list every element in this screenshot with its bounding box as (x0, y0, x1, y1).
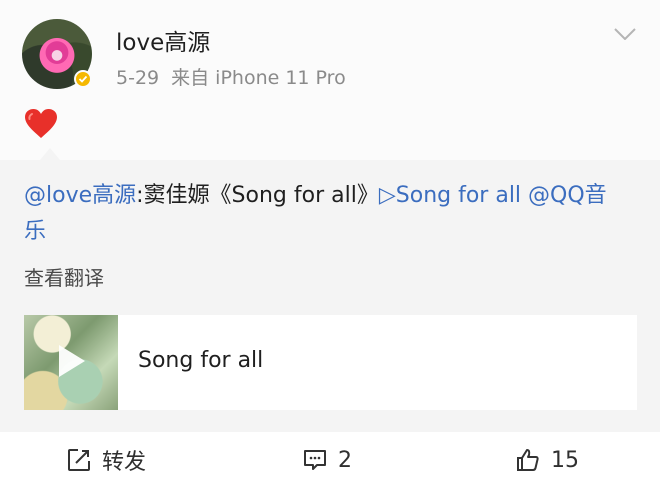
translate-link[interactable]: 查看翻译 (24, 262, 104, 291)
share-button[interactable]: 转发 (66, 444, 146, 476)
post-date: 5-29 (116, 67, 160, 89)
music-card-title[interactable]: Song for all (138, 348, 263, 373)
comment-count: 2 (338, 447, 352, 473)
play-icon[interactable] (57, 343, 87, 379)
repost-text: @love高源:窦佳嫄《Song for all》▷Song for all @… (24, 178, 624, 250)
username[interactable]: love高源 (116, 23, 210, 57)
comment-button[interactable]: 2 (302, 444, 352, 476)
chevron-down-icon[interactable] (614, 28, 636, 40)
repost-body: :窦佳嫄《Song for all》 (136, 183, 379, 208)
comment-icon (304, 450, 326, 470)
music-thumbnail[interactable] (24, 315, 118, 410)
share-label: 转发 (102, 450, 147, 475)
like-count: 15 (551, 447, 579, 473)
thumbs-up-icon (517, 449, 539, 471)
verified-badge-icon (74, 70, 92, 88)
heart-icon (25, 109, 57, 138)
like-button[interactable]: 15 (515, 444, 579, 476)
post-source: 来自 iPhone 11 Pro (171, 67, 346, 89)
post-meta: 5-29 来自 iPhone 11 Pro (116, 63, 346, 90)
mention-link[interactable]: @love高源 (24, 183, 136, 208)
music-card[interactable]: Song for all (24, 315, 637, 410)
share-icon (68, 449, 90, 471)
